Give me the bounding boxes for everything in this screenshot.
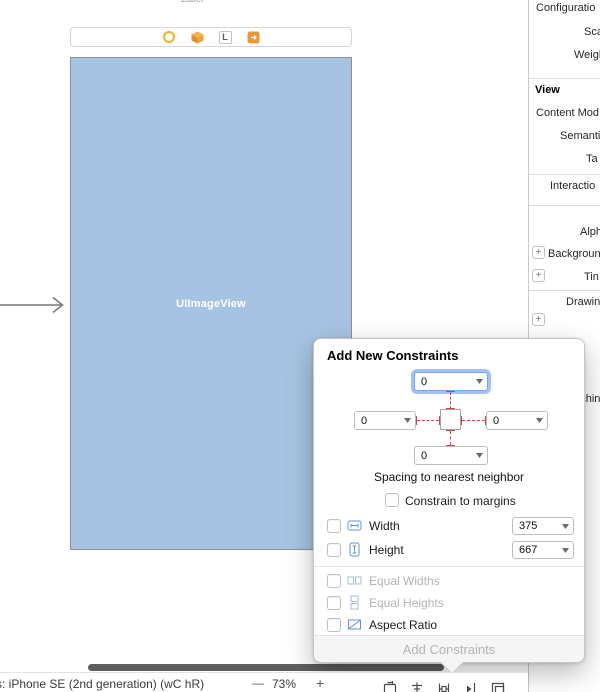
uiimageview-canvas[interactable]: UIImageView (70, 57, 352, 550)
inspector-row-configuration: Configuratio (536, 2, 596, 14)
inspector-row-tag: Ta (586, 153, 598, 165)
orange-exit-icon (247, 31, 259, 43)
equal-heights-checkbox[interactable] (327, 596, 341, 610)
dropdown-arrow-icon (404, 418, 411, 423)
bottom-spacing-value: 0 (421, 449, 428, 462)
embed-icon[interactable] (490, 681, 506, 692)
popover-title: Add New Constraints (327, 348, 459, 363)
constrain-margins-label: Constrain to margins (405, 494, 516, 508)
device-config-button[interactable]: s: iPhone SE (2nd generation) (wC hR) (0, 677, 204, 691)
zoom-out-button[interactable]: — (252, 676, 264, 690)
storyboard-entry-arrow[interactable] (0, 294, 70, 316)
constraint-anchor-square (440, 409, 461, 430)
leading-spacing-value: 0 (361, 414, 368, 427)
equal-heights-label: Equal Heights (369, 596, 444, 610)
add-constraints-icon[interactable] (436, 681, 452, 692)
zoom-in-button[interactable]: + (316, 675, 324, 691)
trailing-spacing-value: 0 (493, 414, 500, 427)
label-dock-icon[interactable]: L (218, 30, 232, 44)
resolve-auto-layout-icon[interactable] (463, 681, 479, 692)
inspector-row-weight: Weigh (574, 49, 600, 61)
add-background-button[interactable]: + (532, 246, 545, 259)
aspect-ratio-label: Aspect Ratio (369, 618, 438, 632)
connector-cap (446, 430, 455, 431)
exit-icon[interactable] (247, 31, 260, 44)
inspector-row-semantic: Semanti (560, 130, 600, 142)
width-checkbox[interactable] (327, 519, 341, 533)
view-controller-icon[interactable] (163, 31, 176, 44)
width-value-combo[interactable]: 375 (512, 517, 574, 535)
add-tint-button[interactable]: + (532, 269, 545, 282)
spacing-caption: Spacing to nearest neighbor (373, 470, 525, 484)
inspector-row-background: Backgroun (548, 248, 600, 260)
inspector-divider (529, 290, 600, 291)
connector-cap (446, 391, 455, 392)
inspector-row-scale: Scal (584, 26, 600, 38)
inspector-row-interaction: Interactio (550, 180, 596, 192)
top-spacing-combo[interactable]: 0 (414, 372, 488, 391)
height-value-combo[interactable]: 667 (512, 541, 574, 559)
width-value: 375 (519, 520, 538, 532)
inspector-row-alpha: Alph (580, 226, 600, 238)
equal-widths-icon (347, 576, 362, 585)
inspector-row-drawing: Drawin (566, 296, 600, 308)
bottom-constraint-connector[interactable] (450, 431, 451, 445)
first-responder-icon[interactable] (191, 31, 204, 44)
dropdown-arrow-icon (562, 547, 569, 553)
connector-cap (461, 416, 462, 425)
bottom-spacing-combo[interactable]: 0 (414, 446, 488, 465)
xcode-interface-builder: Label L UIImageView Configurati (0, 0, 600, 692)
equal-widths-label: Equal Widths (369, 574, 440, 588)
aspect-ratio-checkbox[interactable] (327, 618, 341, 632)
scene-dock: L (70, 27, 352, 47)
inspector-row-tint: Tin (584, 271, 599, 283)
top-constraint-connector[interactable] (450, 392, 451, 409)
height-checkbox[interactable] (327, 543, 341, 557)
popover-divider (314, 566, 584, 567)
horizontal-scrollbar[interactable] (88, 664, 444, 671)
inspector-divider (529, 78, 600, 79)
top-spacing-value: 0 (421, 375, 428, 388)
canvas-bottom-bar: s: iPhone SE (2nd generation) (wC hR) — … (0, 672, 528, 692)
width-icon (347, 520, 362, 531)
aspect-ratio-icon (348, 619, 361, 630)
equal-widths-checkbox[interactable] (327, 574, 341, 588)
uiimageview-label: UIImageView (176, 297, 246, 310)
dropdown-arrow-icon (536, 418, 543, 423)
scene-title: Label (181, 0, 203, 4)
width-label: Width (369, 519, 400, 533)
leading-spacing-combo[interactable]: 0 (354, 411, 416, 430)
leading-constraint-connector[interactable] (417, 420, 439, 421)
trailing-spacing-combo[interactable]: 0 (486, 411, 548, 430)
equal-heights-icon (350, 595, 359, 610)
constrain-margins-checkbox[interactable] (385, 493, 399, 507)
inspector-section-view: View (535, 84, 560, 96)
label-glyph: L (218, 30, 232, 44)
align-icon[interactable] (409, 681, 425, 692)
height-label: Height (369, 543, 404, 557)
inspector-divider (529, 174, 600, 175)
add-drawing-button[interactable]: + (532, 313, 545, 326)
update-frames-icon[interactable] (382, 681, 398, 692)
height-icon (349, 542, 360, 557)
yellow-circle-icon (163, 31, 175, 43)
add-constraints-popover: Add New Constraints 0 0 0 0 Spacing to n… (313, 338, 585, 663)
connector-cap (416, 416, 417, 425)
dropdown-arrow-icon (562, 523, 569, 529)
height-value: 667 (519, 544, 538, 556)
trailing-constraint-connector[interactable] (462, 420, 485, 421)
dropdown-arrow-icon (476, 379, 483, 384)
dropdown-arrow-icon (476, 453, 483, 458)
orange-cube-icon (191, 31, 203, 43)
zoom-level[interactable]: 73% (272, 677, 296, 691)
inspector-divider (529, 205, 600, 206)
inspector-row-content-mode: Content Mod (536, 107, 599, 119)
